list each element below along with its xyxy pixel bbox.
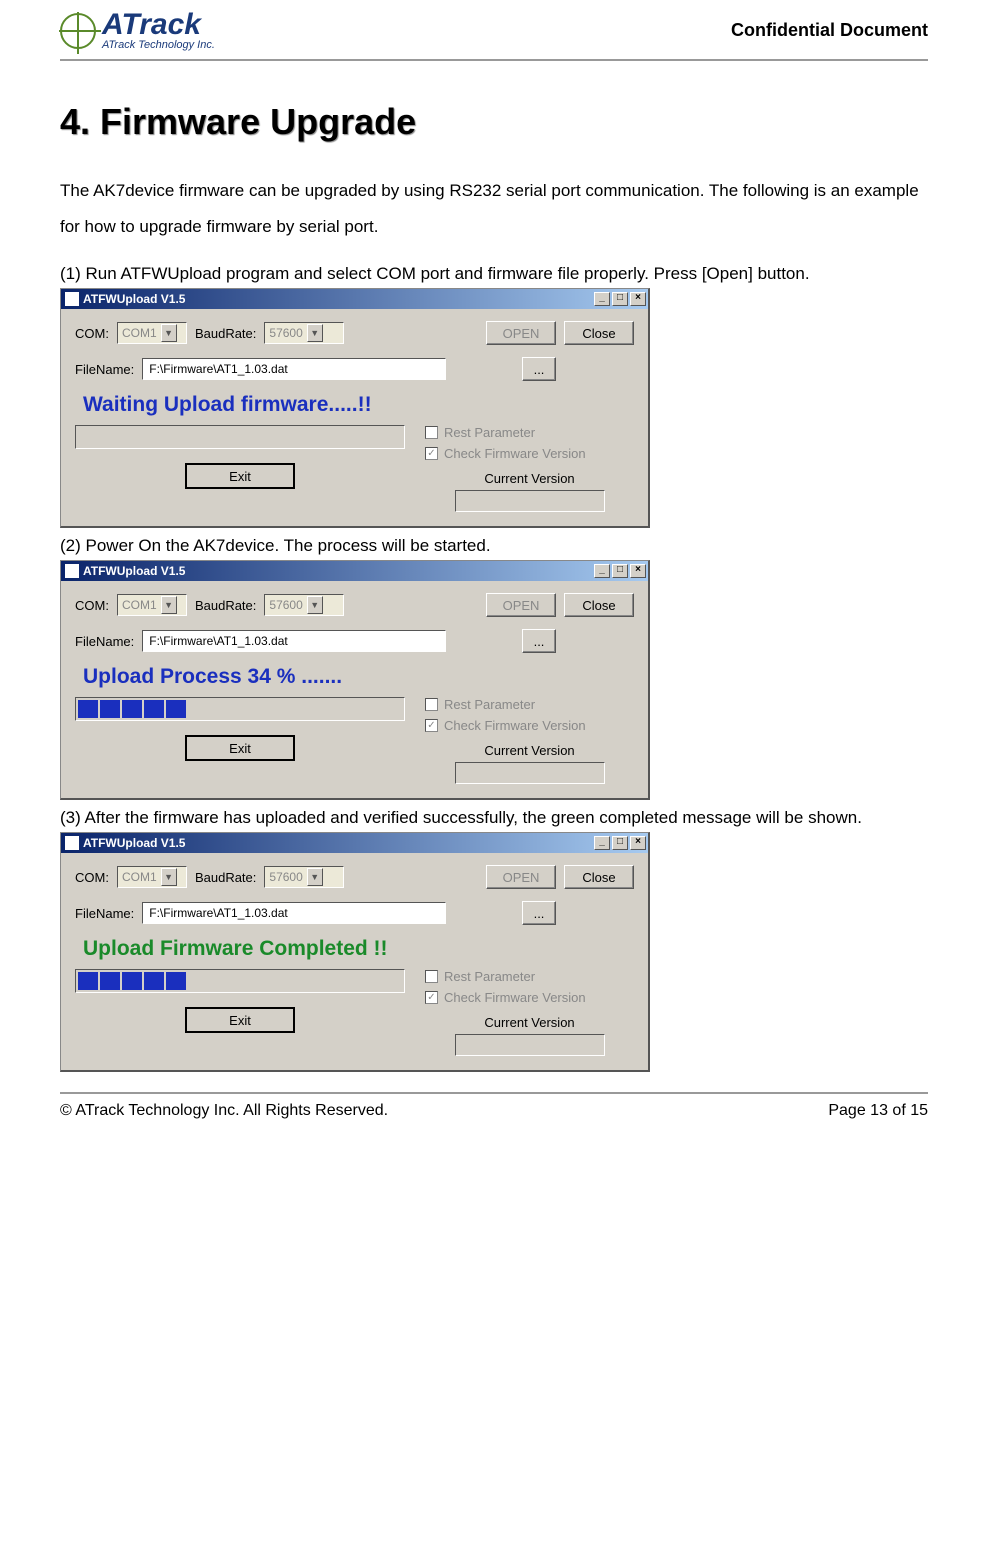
company-name: ATrack [102,10,215,40]
app-icon [65,836,79,850]
section-title: 4. Firmware Upgrade [60,101,928,143]
file-input[interactable]: F:\Firmware\AT1_1.03.dat [142,358,446,380]
file-input[interactable]: F:\Firmware\AT1_1.03.dat [142,630,446,652]
copyright: © ATrack Technology Inc. All Rights Rese… [60,1102,388,1120]
dialog-2: ATFWUpload V1.5 _ □ × COM: COM1 ▼ BaudRa… [60,560,650,800]
maximize-icon[interactable]: □ [612,836,628,850]
minimize-icon[interactable]: _ [594,564,610,578]
close-icon[interactable]: × [630,836,646,850]
close-button[interactable]: Close [564,593,634,617]
close-button[interactable]: Close [564,321,634,345]
baud-select[interactable]: 57600 ▼ [264,594,344,616]
check-fw-checkbox[interactable]: ✓ Check Firmware Version [425,718,634,733]
check-fw-checkbox[interactable]: ✓ Check Firmware Version [425,446,634,461]
minimize-icon[interactable]: _ [594,292,610,306]
chevron-down-icon: ▼ [307,868,323,886]
intro-text: The AK7device firmware can be upgraded b… [60,173,928,244]
close-button[interactable]: Close [564,865,634,889]
file-label: FileName: [75,906,134,921]
page-footer: © ATrack Technology Inc. All Rights Rese… [60,1092,928,1120]
checkbox-icon: ✓ [425,991,438,1004]
rest-param-checkbox[interactable]: Rest Parameter [425,697,634,712]
window-title: ATFWUpload V1.5 [83,564,185,578]
current-version-box [455,1034,605,1056]
baud-label: BaudRate: [195,326,256,341]
close-icon[interactable]: × [630,564,646,578]
dialog-1: ATFWUpload V1.5 _ □ × COM: COM1 ▼ BaudRa… [60,288,650,528]
window-title: ATFWUpload V1.5 [83,292,185,306]
baud-label: BaudRate: [195,870,256,885]
progress-bar [75,969,405,993]
window-title: ATFWUpload V1.5 [83,836,185,850]
titlebar: ATFWUpload V1.5 _ □ × [61,561,648,581]
baud-select[interactable]: 57600 ▼ [264,322,344,344]
exit-button[interactable]: Exit [185,1007,295,1033]
status-message: Waiting Upload firmware.....!! [83,393,634,417]
progress-bar [75,697,405,721]
current-version-box [455,762,605,784]
com-select[interactable]: COM1 ▼ [117,866,187,888]
baud-label: BaudRate: [195,598,256,613]
dialog-3: ATFWUpload V1.5 _ □ × COM: COM1 ▼ BaudRa… [60,832,650,1072]
check-fw-checkbox[interactable]: ✓ Check Firmware Version [425,990,634,1005]
maximize-icon[interactable]: □ [612,292,628,306]
page-number: Page 13 of 15 [828,1102,928,1120]
status-message: Upload Firmware Completed !! [83,937,634,961]
com-select[interactable]: COM1 ▼ [117,322,187,344]
file-input[interactable]: F:\Firmware\AT1_1.03.dat [142,902,446,924]
logo-target-icon [60,13,96,49]
step2-text: (2) Power On the AK7device. The process … [60,536,928,556]
com-select[interactable]: COM1 ▼ [117,594,187,616]
chevron-down-icon: ▼ [161,596,177,614]
baud-select[interactable]: 57600 ▼ [264,866,344,888]
exit-button[interactable]: Exit [185,463,295,489]
step1-text: (1) Run ATFWUpload program and select CO… [60,264,928,284]
chevron-down-icon: ▼ [307,324,323,342]
current-version-label: Current Version [425,743,634,758]
current-version-label: Current Version [425,471,634,486]
status-message: Upload Process 34 % ....... [83,665,634,689]
current-version-label: Current Version [425,1015,634,1030]
progress-bar [75,425,405,449]
com-label: COM: [75,326,109,341]
close-icon[interactable]: × [630,292,646,306]
checkbox-icon: ✓ [425,719,438,732]
company-sub: ATrack Technology Inc. [102,40,215,51]
file-label: FileName: [75,362,134,377]
step3-text: (3) After the firmware has uploaded and … [60,808,928,828]
page-header: ATrack ATrack Technology Inc. Confidenti… [60,10,928,61]
app-icon [65,292,79,306]
checkbox-icon: ✓ [425,447,438,460]
browse-button[interactable]: ... [522,357,556,381]
maximize-icon[interactable]: □ [612,564,628,578]
rest-param-checkbox[interactable]: Rest Parameter [425,969,634,984]
open-button[interactable]: OPEN [486,321,556,345]
browse-button[interactable]: ... [522,901,556,925]
chevron-down-icon: ▼ [307,596,323,614]
titlebar: ATFWUpload V1.5 _ □ × [61,289,648,309]
com-label: COM: [75,870,109,885]
checkbox-icon [425,426,438,439]
titlebar: ATFWUpload V1.5 _ □ × [61,833,648,853]
open-button[interactable]: OPEN [486,593,556,617]
confidential-label: Confidential Document [731,20,928,41]
checkbox-icon [425,698,438,711]
open-button[interactable]: OPEN [486,865,556,889]
file-label: FileName: [75,634,134,649]
chevron-down-icon: ▼ [161,868,177,886]
chevron-down-icon: ▼ [161,324,177,342]
company-logo: ATrack ATrack Technology Inc. [60,10,215,51]
com-label: COM: [75,598,109,613]
checkbox-icon [425,970,438,983]
current-version-box [455,490,605,512]
exit-button[interactable]: Exit [185,735,295,761]
browse-button[interactable]: ... [522,629,556,653]
minimize-icon[interactable]: _ [594,836,610,850]
rest-param-checkbox[interactable]: Rest Parameter [425,425,634,440]
app-icon [65,564,79,578]
